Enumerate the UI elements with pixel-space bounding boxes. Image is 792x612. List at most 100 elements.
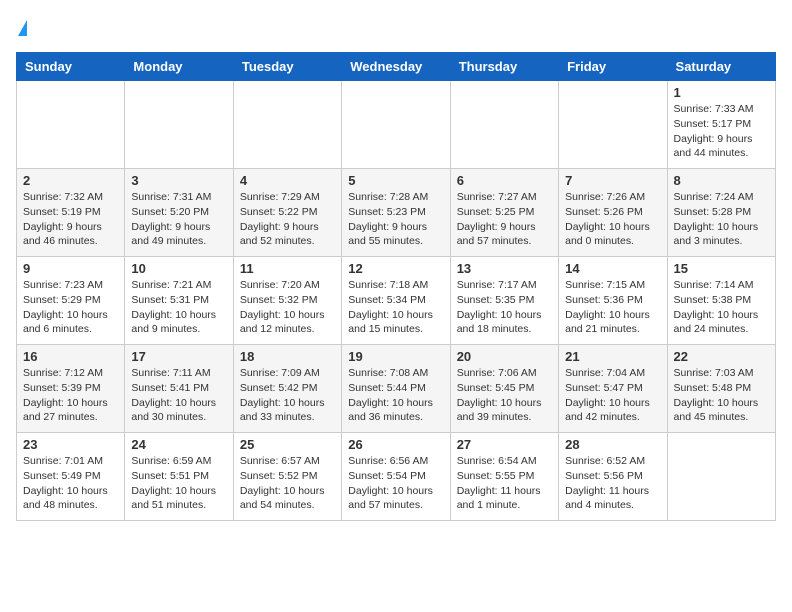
weekday-header-saturday: Saturday [667, 53, 775, 81]
page-header [16, 16, 776, 42]
day-info: Sunrise: 7:09 AM Sunset: 5:42 PM Dayligh… [240, 366, 335, 425]
calendar-cell [667, 433, 775, 521]
calendar-cell: 20 Sunrise: 7:06 AM Sunset: 5:45 PM Dayli… [450, 345, 558, 433]
calendar-week-row: 2 Sunrise: 7:32 AM Sunset: 5:19 PM Daylig… [17, 169, 776, 257]
calendar-cell: 10 Sunrise: 7:21 AM Sunset: 5:31 PM Dayli… [125, 257, 233, 345]
day-number: 25 [240, 437, 335, 452]
day-info: Sunrise: 7:32 AM Sunset: 5:19 PM Dayligh… [23, 190, 118, 249]
day-info: Sunrise: 7:17 AM Sunset: 5:35 PM Dayligh… [457, 278, 552, 337]
calendar-cell: 11 Sunrise: 7:20 AM Sunset: 5:32 PM Dayli… [233, 257, 341, 345]
calendar-cell: 27Sunrise: 6:54 AM Sunset: 5:55 PM Dayli… [450, 433, 558, 521]
day-info: Sunrise: 7:21 AM Sunset: 5:31 PM Dayligh… [131, 278, 226, 337]
day-info: Sunrise: 7:20 AM Sunset: 5:32 PM Dayligh… [240, 278, 335, 337]
day-number: 9 [23, 261, 118, 276]
weekday-header-wednesday: Wednesday [342, 53, 450, 81]
day-number: 24 [131, 437, 226, 452]
day-number: 2 [23, 173, 118, 188]
calendar-cell: 15 Sunrise: 7:14 AM Sunset: 5:38 PM Dayli… [667, 257, 775, 345]
calendar-cell: 22 Sunrise: 7:03 AM Sunset: 5:48 PM Dayli… [667, 345, 775, 433]
day-number: 11 [240, 261, 335, 276]
day-number: 14 [565, 261, 660, 276]
weekday-header-sunday: Sunday [17, 53, 125, 81]
day-number: 18 [240, 349, 335, 364]
calendar-cell: 8Sunrise: 7:24 AM Sunset: 5:28 PM Daylig… [667, 169, 775, 257]
calendar-cell: 3 Sunrise: 7:31 AM Sunset: 5:20 PM Daylig… [125, 169, 233, 257]
day-info: Sunrise: 7:14 AM Sunset: 5:38 PM Dayligh… [674, 278, 769, 337]
day-info: Sunrise: 7:01 AM Sunset: 5:49 PM Dayligh… [23, 454, 118, 513]
day-info: Sunrise: 7:08 AM Sunset: 5:44 PM Dayligh… [348, 366, 443, 425]
calendar-cell [17, 81, 125, 169]
day-number: 17 [131, 349, 226, 364]
calendar-cell: 5Sunrise: 7:28 AM Sunset: 5:23 PM Daylig… [342, 169, 450, 257]
calendar-header-row: SundayMondayTuesdayWednesdayThursdayFrid… [17, 53, 776, 81]
calendar-cell: 12 Sunrise: 7:18 AM Sunset: 5:34 PM Dayli… [342, 257, 450, 345]
day-number: 20 [457, 349, 552, 364]
calendar-cell: 17 Sunrise: 7:11 AM Sunset: 5:41 PM Dayli… [125, 345, 233, 433]
calendar-cell: 13 Sunrise: 7:17 AM Sunset: 5:35 PM Dayli… [450, 257, 558, 345]
day-info: Sunrise: 7:18 AM Sunset: 5:34 PM Dayligh… [348, 278, 443, 337]
calendar-cell: 16 Sunrise: 7:12 AM Sunset: 5:39 PM Dayli… [17, 345, 125, 433]
day-number: 15 [674, 261, 769, 276]
day-info: Sunrise: 6:57 AM Sunset: 5:52 PM Dayligh… [240, 454, 335, 513]
calendar-week-row: 9 Sunrise: 7:23 AM Sunset: 5:29 PM Daylig… [17, 257, 776, 345]
day-number: 3 [131, 173, 226, 188]
day-number: 27 [457, 437, 552, 452]
day-number: 13 [457, 261, 552, 276]
day-info: Sunrise: 7:23 AM Sunset: 5:29 PM Dayligh… [23, 278, 118, 337]
calendar-cell: 9 Sunrise: 7:23 AM Sunset: 5:29 PM Daylig… [17, 257, 125, 345]
calendar-cell: 2 Sunrise: 7:32 AM Sunset: 5:19 PM Daylig… [17, 169, 125, 257]
weekday-header-friday: Friday [559, 53, 667, 81]
day-info: Sunrise: 7:27 AM Sunset: 5:25 PM Dayligh… [457, 190, 552, 249]
day-number: 10 [131, 261, 226, 276]
day-info: Sunrise: 6:52 AM Sunset: 5:56 PM Dayligh… [565, 454, 660, 513]
calendar-cell [342, 81, 450, 169]
calendar-cell [559, 81, 667, 169]
day-info: Sunrise: 7:24 AM Sunset: 5:28 PM Dayligh… [674, 190, 769, 249]
day-info: Sunrise: 7:03 AM Sunset: 5:48 PM Dayligh… [674, 366, 769, 425]
calendar-cell [233, 81, 341, 169]
day-info: Sunrise: 7:31 AM Sunset: 5:20 PM Dayligh… [131, 190, 226, 249]
weekday-header-tuesday: Tuesday [233, 53, 341, 81]
calendar-cell: 19 Sunrise: 7:08 AM Sunset: 5:44 PM Dayli… [342, 345, 450, 433]
day-info: Sunrise: 7:06 AM Sunset: 5:45 PM Dayligh… [457, 366, 552, 425]
day-number: 16 [23, 349, 118, 364]
day-number: 6 [457, 173, 552, 188]
weekday-header-thursday: Thursday [450, 53, 558, 81]
calendar-cell: 14 Sunrise: 7:15 AM Sunset: 5:36 PM Dayli… [559, 257, 667, 345]
weekday-header-monday: Monday [125, 53, 233, 81]
day-number: 1 [674, 85, 769, 100]
day-number: 28 [565, 437, 660, 452]
day-number: 26 [348, 437, 443, 452]
calendar-cell: 24 Sunrise: 6:59 AM Sunset: 5:51 PM Dayli… [125, 433, 233, 521]
day-info: Sunrise: 7:11 AM Sunset: 5:41 PM Dayligh… [131, 366, 226, 425]
calendar-cell: 1 Sunrise: 7:33 AM Sunset: 5:17 PM Daylig… [667, 81, 775, 169]
day-info: Sunrise: 7:29 AM Sunset: 5:22 PM Dayligh… [240, 190, 335, 249]
calendar-cell: 18 Sunrise: 7:09 AM Sunset: 5:42 PM Dayli… [233, 345, 341, 433]
day-number: 22 [674, 349, 769, 364]
day-number: 23 [23, 437, 118, 452]
logo [16, 16, 28, 42]
day-info: Sunrise: 7:12 AM Sunset: 5:39 PM Dayligh… [23, 366, 118, 425]
logo-triangle-icon [18, 20, 27, 36]
calendar-cell: 7Sunrise: 7:26 AM Sunset: 5:26 PM Daylig… [559, 169, 667, 257]
calendar-cell: 26Sunrise: 6:56 AM Sunset: 5:54 PM Dayli… [342, 433, 450, 521]
day-number: 12 [348, 261, 443, 276]
day-number: 21 [565, 349, 660, 364]
calendar-week-row: 16 Sunrise: 7:12 AM Sunset: 5:39 PM Dayli… [17, 345, 776, 433]
day-number: 7 [565, 173, 660, 188]
calendar-cell [450, 81, 558, 169]
day-number: 4 [240, 173, 335, 188]
day-info: Sunrise: 7:15 AM Sunset: 5:36 PM Dayligh… [565, 278, 660, 337]
day-number: 5 [348, 173, 443, 188]
day-info: Sunrise: 7:04 AM Sunset: 5:47 PM Dayligh… [565, 366, 660, 425]
calendar-cell: 4 Sunrise: 7:29 AM Sunset: 5:22 PM Daylig… [233, 169, 341, 257]
calendar-cell: 21 Sunrise: 7:04 AM Sunset: 5:47 PM Dayli… [559, 345, 667, 433]
calendar-cell: 28 Sunrise: 6:52 AM Sunset: 5:56 PM Dayli… [559, 433, 667, 521]
calendar-cell [125, 81, 233, 169]
day-number: 19 [348, 349, 443, 364]
day-info: Sunrise: 7:33 AM Sunset: 5:17 PM Dayligh… [674, 102, 769, 161]
calendar-week-row: 23 Sunrise: 7:01 AM Sunset: 5:49 PM Dayli… [17, 433, 776, 521]
calendar-cell: 25 Sunrise: 6:57 AM Sunset: 5:52 PM Dayli… [233, 433, 341, 521]
calendar-week-row: 1 Sunrise: 7:33 AM Sunset: 5:17 PM Daylig… [17, 81, 776, 169]
day-info: Sunrise: 6:59 AM Sunset: 5:51 PM Dayligh… [131, 454, 226, 513]
